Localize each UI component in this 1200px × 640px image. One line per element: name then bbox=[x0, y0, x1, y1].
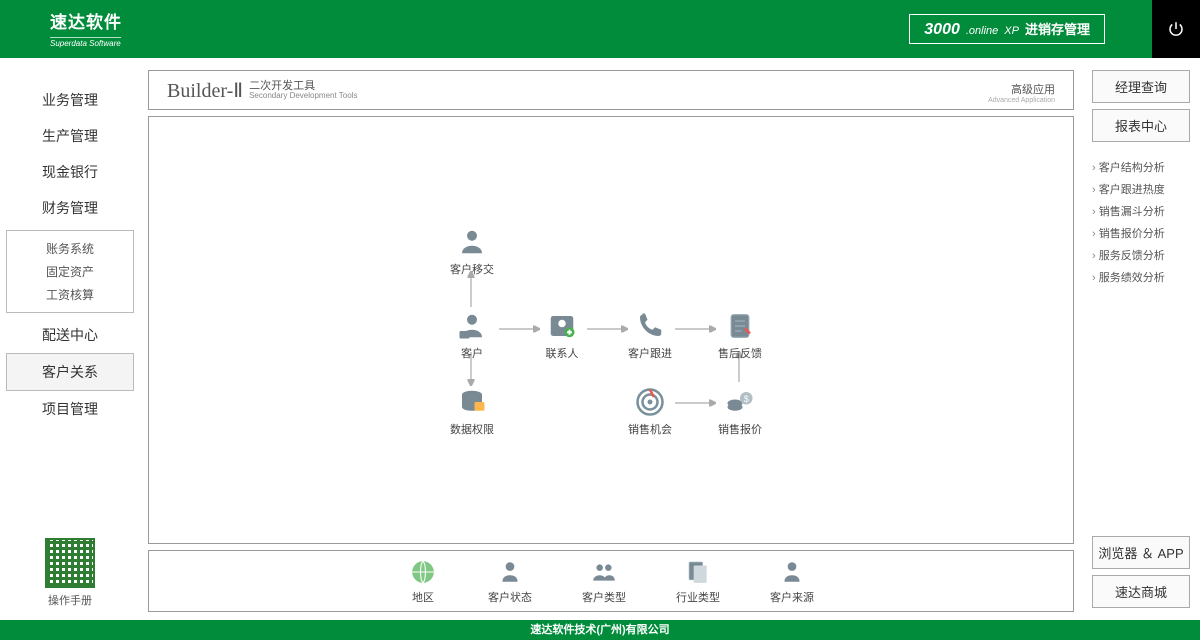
btn-browser-app[interactable]: 浏览器 ＆ APP bbox=[1092, 536, 1190, 569]
bottom-toolbar: 地区 客户状态 客户类型 行业类型 客户来源 bbox=[148, 550, 1074, 612]
nav-production[interactable]: 生产管理 bbox=[6, 118, 134, 154]
lock-icon bbox=[455, 385, 489, 419]
tool-label: 行业类型 bbox=[676, 589, 720, 605]
node-opportunity[interactable]: 销售机会 bbox=[615, 385, 685, 437]
link-sales-quote[interactable]: 销售报价分析 bbox=[1092, 222, 1190, 244]
link-service-performance[interactable]: 服务绩效分析 bbox=[1092, 266, 1190, 288]
contact-icon bbox=[545, 309, 579, 343]
person-source-icon bbox=[777, 557, 807, 587]
power-button[interactable] bbox=[1152, 0, 1200, 58]
phone-icon bbox=[633, 309, 667, 343]
logo-subtitle: Superdata Software bbox=[50, 37, 121, 48]
sidebar-right: 经理查询 报表中心 客户结构分析 客户跟进热度 销售漏斗分析 销售报价分析 服务… bbox=[1082, 58, 1200, 620]
workflow-canvas: 客户移交 客户 联系人 客户跟进 售后反馈 数据权限 bbox=[148, 116, 1074, 544]
nav-crm[interactable]: 客户关系 bbox=[6, 353, 134, 391]
tool-industry-type[interactable]: 行业类型 bbox=[676, 557, 720, 605]
node-customer-transfer[interactable]: 客户移交 bbox=[437, 225, 507, 277]
node-feedback[interactable]: 售后反馈 bbox=[705, 309, 775, 361]
builder-subtitle: 二次开发工具 Secondary Development Tools bbox=[249, 81, 357, 100]
app-header: 速达软件 Superdata Software 3000 .online XP … bbox=[0, 0, 1200, 58]
advanced-app-link[interactable]: 高级应用 Advanced Application bbox=[988, 81, 1055, 104]
node-follow-up[interactable]: 客户跟进 bbox=[615, 309, 685, 361]
clipboard-icon bbox=[723, 309, 757, 343]
power-icon bbox=[1167, 20, 1185, 38]
product-suffix: .online bbox=[966, 25, 998, 37]
link-service-feedback[interactable]: 服务反馈分析 bbox=[1092, 244, 1190, 266]
manual-qr[interactable]: 操作手册 bbox=[6, 538, 134, 608]
link-sales-funnel[interactable]: 销售漏斗分析 bbox=[1092, 200, 1190, 222]
node-label: 销售报价 bbox=[705, 421, 775, 437]
nav-distribution[interactable]: 配送中心 bbox=[6, 317, 134, 353]
qr-code-icon bbox=[45, 538, 95, 588]
product-badge: 3000 .online XP 进销存管理 bbox=[909, 14, 1105, 44]
product-name: 3000 bbox=[924, 21, 960, 39]
people-icon bbox=[589, 557, 619, 587]
node-label: 客户 bbox=[437, 345, 507, 361]
node-label: 联系人 bbox=[527, 345, 597, 361]
btn-report-center[interactable]: 报表中心 bbox=[1092, 109, 1190, 142]
node-customer[interactable]: 客户 bbox=[437, 309, 507, 361]
tool-label: 地区 bbox=[408, 589, 438, 605]
nav-sub-assets[interactable]: 固定资产 bbox=[7, 260, 133, 283]
btn-superdata-mall[interactable]: 速达商城 bbox=[1092, 575, 1190, 608]
builder-subtitle-cn: 二次开发工具 bbox=[249, 80, 315, 92]
globe-icon bbox=[408, 557, 438, 587]
nav-finance[interactable]: 财务管理 bbox=[6, 190, 134, 226]
tool-label: 客户来源 bbox=[770, 589, 814, 605]
target-icon bbox=[633, 385, 667, 419]
nav-sub-accounting[interactable]: 账务系统 bbox=[7, 237, 133, 260]
node-label: 客户跟进 bbox=[615, 345, 685, 361]
tool-customer-source[interactable]: 客户来源 bbox=[770, 557, 814, 605]
builder-header: Builder-Ⅱ 二次开发工具 Secondary Development T… bbox=[148, 70, 1074, 110]
product-module: 进销存管理 bbox=[1025, 19, 1090, 38]
report-links: 客户结构分析 客户跟进热度 销售漏斗分析 销售报价分析 服务反馈分析 服务绩效分… bbox=[1092, 156, 1190, 288]
tool-customer-status[interactable]: 客户状态 bbox=[488, 557, 532, 605]
nav-sub-payroll[interactable]: 工资核算 bbox=[7, 283, 133, 306]
link-followup-heat[interactable]: 客户跟进热度 bbox=[1092, 178, 1190, 200]
tool-customer-type[interactable]: 客户类型 bbox=[582, 557, 626, 605]
nav-business[interactable]: 业务管理 bbox=[6, 82, 134, 118]
person-icon bbox=[495, 557, 525, 587]
tool-region[interactable]: 地区 bbox=[408, 557, 438, 605]
main-area: Builder-Ⅱ 二次开发工具 Secondary Development T… bbox=[140, 58, 1082, 620]
footer: 速达软件技术(广州)有限公司 bbox=[0, 620, 1200, 640]
logo-title: 速达软件 bbox=[50, 8, 122, 33]
advanced-app-en: Advanced Application bbox=[988, 97, 1055, 104]
customer-icon bbox=[455, 309, 489, 343]
tool-label: 客户状态 bbox=[488, 589, 532, 605]
document-icon bbox=[683, 557, 713, 587]
node-quote[interactable]: $ 销售报价 bbox=[705, 385, 775, 437]
node-label: 售后反馈 bbox=[705, 345, 775, 361]
btn-manager-query[interactable]: 经理查询 bbox=[1092, 70, 1190, 103]
node-label: 数据权限 bbox=[437, 421, 507, 437]
qr-label: 操作手册 bbox=[6, 592, 134, 608]
node-data-auth[interactable]: 数据权限 bbox=[437, 385, 507, 437]
logo: 速达软件 Superdata Software bbox=[50, 8, 122, 51]
node-label: 销售机会 bbox=[615, 421, 685, 437]
link-customer-structure[interactable]: 客户结构分析 bbox=[1092, 156, 1190, 178]
node-contact[interactable]: 联系人 bbox=[527, 309, 597, 361]
product-edition: XP bbox=[1004, 25, 1019, 37]
node-label: 客户移交 bbox=[437, 261, 507, 277]
person-transfer-icon bbox=[455, 225, 489, 259]
tool-label: 客户类型 bbox=[582, 589, 626, 605]
builder-subtitle-en: Secondary Development Tools bbox=[249, 92, 357, 100]
nav-project[interactable]: 项目管理 bbox=[6, 391, 134, 427]
advanced-app-cn: 高级应用 bbox=[1011, 84, 1055, 96]
nav-cash-bank[interactable]: 现金银行 bbox=[6, 154, 134, 190]
svg-text:$: $ bbox=[744, 394, 749, 404]
sidebar-left: 业务管理 生产管理 现金银行 财务管理 账务系统 固定资产 工资核算 配送中心 … bbox=[0, 58, 140, 620]
nav-sub-group: 账务系统 固定资产 工资核算 bbox=[6, 230, 134, 313]
money-icon: $ bbox=[723, 385, 757, 419]
builder-title: Builder-Ⅱ bbox=[167, 78, 243, 103]
